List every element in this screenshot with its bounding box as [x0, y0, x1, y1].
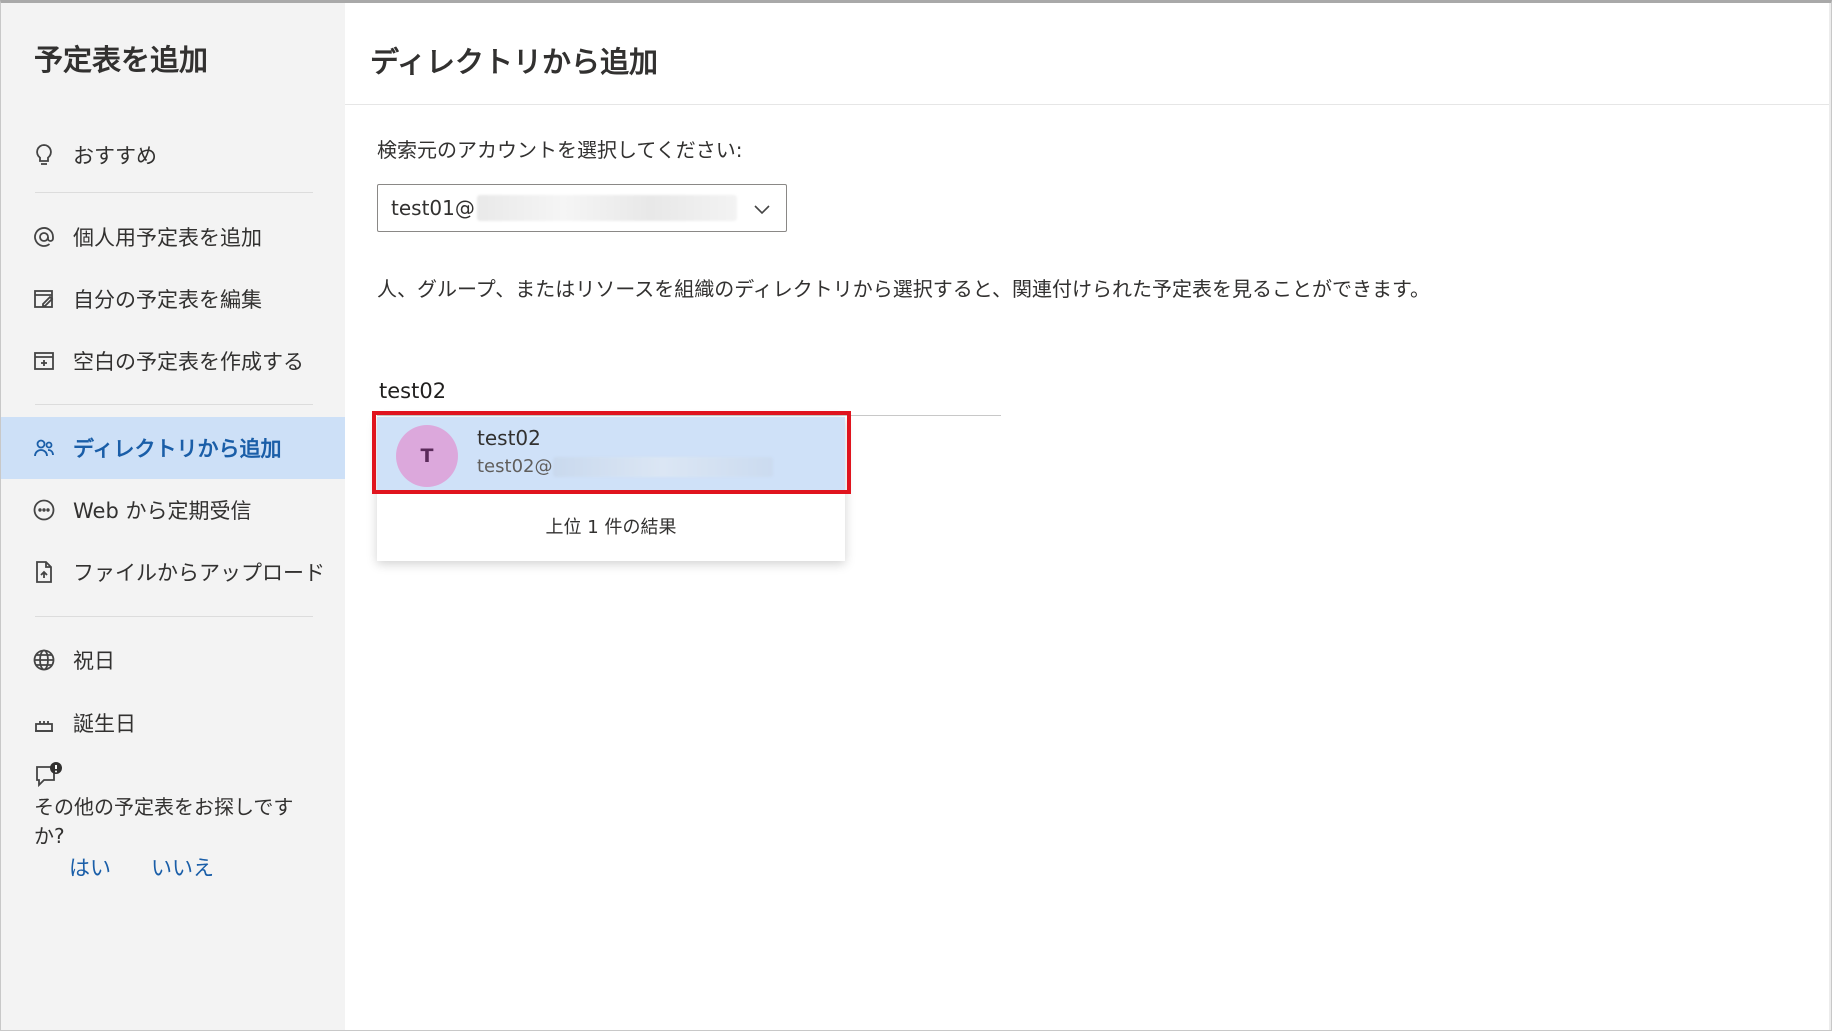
sidebar-item-holidays[interactable]: 祝日	[1, 629, 345, 691]
sidebar-divider	[35, 192, 313, 193]
account-select-value: test01@	[391, 196, 475, 220]
avatar: T	[396, 425, 458, 487]
feedback-no-link[interactable]: いいえ	[151, 852, 214, 882]
result-email-row: test02@	[477, 456, 774, 477]
directory-search-input[interactable]	[379, 372, 979, 410]
new-calendar-icon	[31, 348, 57, 374]
directory-search-box[interactable]	[377, 368, 1001, 416]
sidebar-item-label: 空白の予定表を作成する	[73, 350, 304, 374]
redacted-domain	[553, 457, 774, 477]
account-select[interactable]: test01@	[377, 184, 787, 232]
sidebar-item-label: 自分の予定表を編集	[73, 288, 262, 312]
sidebar-item-add-personal[interactable]: 個人用予定表を追加	[1, 206, 345, 268]
feedback-icon	[34, 761, 64, 791]
sidebar-item-subscribe-web[interactable]: Web から定期受信	[1, 479, 345, 541]
sidebar-title: 予定表を追加	[34, 43, 209, 77]
result-name: test02	[477, 426, 541, 450]
globe-icon	[31, 647, 57, 673]
main-header: ディレクトリから追加	[345, 3, 1831, 105]
edit-calendar-icon	[31, 286, 57, 312]
search-results-dropdown: T test02 test02@ 上位 1 件の結果	[377, 417, 845, 561]
sidebar-item-label: ファイルからアップロード	[73, 561, 325, 585]
search-result-item[interactable]: T test02 test02@	[377, 417, 845, 494]
sidebar-divider	[35, 404, 313, 405]
dialog-frame: 予定表を追加 おすすめ 個人用予定表を追加 自分の予定表を編集 空白の予定表を作…	[0, 0, 1832, 1031]
chevron-down-icon	[750, 197, 774, 221]
lightbulb-icon	[31, 142, 57, 168]
account-label: 検索元のアカウントを選択してください:	[377, 138, 743, 162]
sidebar-item-edit-calendars[interactable]: 自分の予定表を編集	[1, 268, 345, 330]
ellipsis-circle-icon	[31, 497, 57, 523]
results-count: 上位 1 件の結果	[545, 517, 677, 538]
sidebar-item-birthdays[interactable]: 誕生日	[1, 692, 345, 754]
directory-description: 人、グループ、またはリソースを組織のディレクトリから選択すると、関連付けられた予…	[377, 277, 1430, 301]
page-title: ディレクトリから追加	[370, 45, 658, 79]
feedback-question: その他の予定表をお探しですか?	[34, 795, 294, 848]
file-upload-icon	[31, 559, 57, 585]
cake-icon	[31, 710, 57, 736]
sidebar-item-label: 個人用予定表を追加	[73, 226, 262, 250]
feedback-yes-link[interactable]: はい	[69, 852, 111, 882]
sidebar-item-label: Web から定期受信	[73, 499, 252, 523]
people-icon	[31, 435, 57, 461]
sidebar-item-upload-file[interactable]: ファイルからアップロード	[1, 541, 345, 603]
result-email: test02@	[477, 456, 553, 477]
sidebar-item-label: 祝日	[73, 649, 115, 673]
sidebar: 予定表を追加 おすすめ 個人用予定表を追加 自分の予定表を編集 空白の予定表を作…	[1, 3, 345, 1030]
sidebar-item-label: ディレクトリから追加	[73, 437, 282, 461]
sidebar-item-create-blank[interactable]: 空白の予定表を作成する	[1, 330, 345, 392]
window-edge	[1829, 3, 1831, 1030]
redacted-domain	[476, 195, 737, 221]
at-sign-icon	[31, 224, 57, 250]
sidebar-item-recommended[interactable]: おすすめ	[1, 124, 345, 186]
sidebar-item-from-directory[interactable]: ディレクトリから追加	[1, 417, 345, 479]
sidebar-divider	[35, 616, 313, 617]
sidebar-item-label: 誕生日	[73, 712, 136, 736]
sidebar-item-label: おすすめ	[73, 144, 157, 168]
